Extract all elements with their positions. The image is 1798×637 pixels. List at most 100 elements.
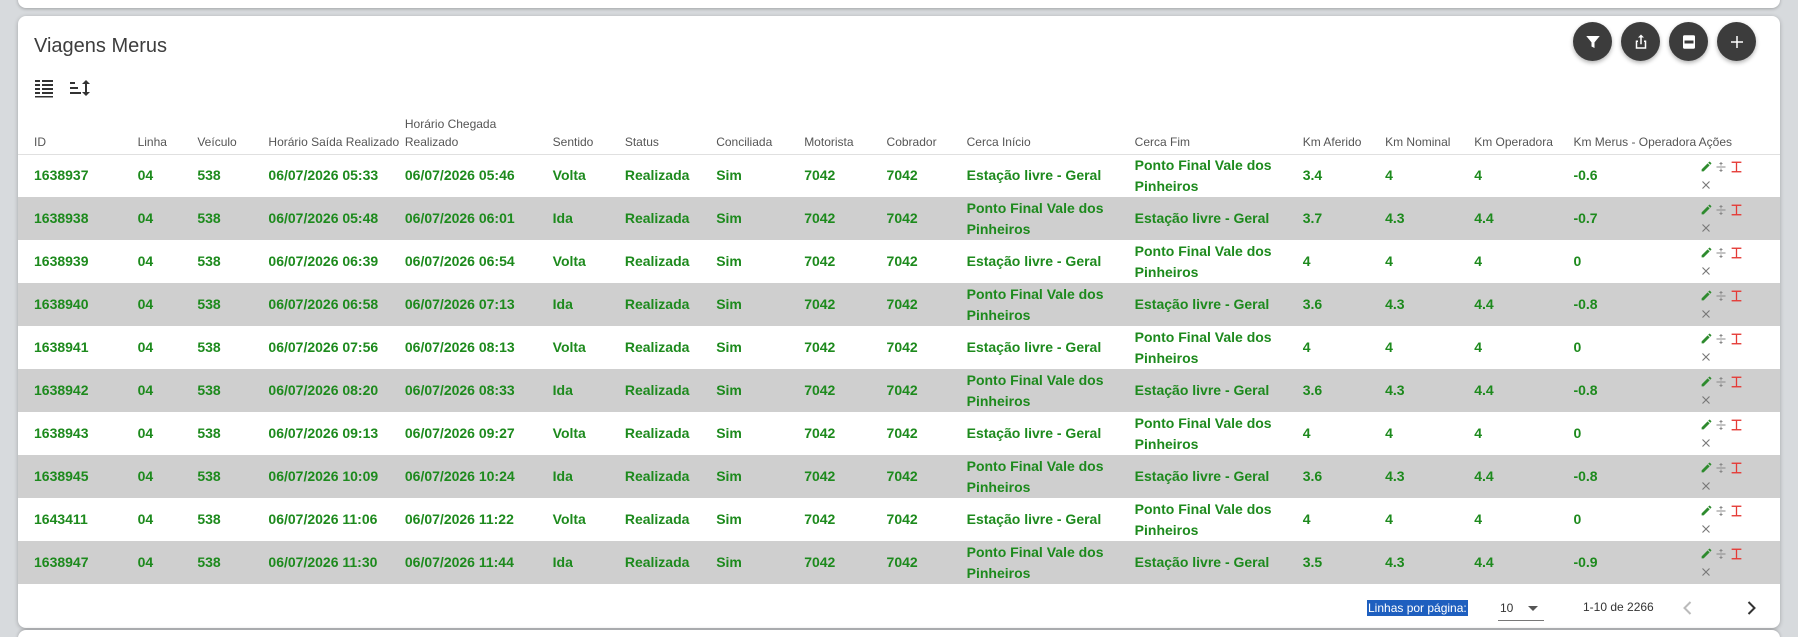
cell-km-nominal: 4 xyxy=(1385,253,1393,269)
cell-cerca-fim: Ponto Final Vale dos Pinheiros xyxy=(1134,242,1272,280)
column-header[interactable]: Ações xyxy=(1698,102,1780,155)
column-header[interactable]: Km Aferido xyxy=(1302,102,1386,155)
next-page-button[interactable] xyxy=(1738,595,1764,621)
split-button[interactable] xyxy=(1714,502,1729,520)
edit-button[interactable] xyxy=(1699,201,1714,219)
text-cursor-button[interactable] xyxy=(1729,502,1744,520)
split-button[interactable] xyxy=(1714,416,1729,434)
table-row[interactable]: 1638938 04 538 06/07/2026 05:48 06/07/2026 0… xyxy=(18,197,1780,240)
column-header[interactable]: Status xyxy=(624,102,717,155)
cell-km-nominal: 4.3 xyxy=(1385,541,1475,584)
close-icon xyxy=(1702,266,1711,275)
text-cursor-button[interactable] xyxy=(1729,287,1744,305)
split-button[interactable] xyxy=(1714,330,1729,348)
edit-button[interactable] xyxy=(1699,459,1714,477)
table-row[interactable]: 1643411 04 538 06/07/2026 11:06 06/07/2026 1… xyxy=(18,498,1780,541)
rows-per-page-select[interactable]: 10 xyxy=(1498,596,1544,621)
text-cursor-button[interactable] xyxy=(1729,459,1744,477)
filter-button[interactable] xyxy=(1573,22,1612,61)
split-icon xyxy=(1716,290,1726,301)
cell-id: 1638938 xyxy=(18,197,138,240)
cell-saida: 06/07/2026 07:56 xyxy=(268,339,379,355)
row-actions xyxy=(1699,459,1745,495)
edit-button[interactable] xyxy=(1699,244,1714,262)
table-row[interactable]: 1638939 04 538 06/07/2026 06:39 06/07/2026 0… xyxy=(18,240,1780,283)
export-button[interactable] xyxy=(1621,22,1660,61)
cell-conciliada: Sim xyxy=(716,253,742,269)
edit-button[interactable] xyxy=(1699,287,1714,305)
column-header[interactable]: Linha xyxy=(137,102,198,155)
text-cursor-button[interactable] xyxy=(1729,244,1744,262)
column-header[interactable]: ID xyxy=(18,102,138,155)
sort-button[interactable] xyxy=(68,76,92,100)
edit-button[interactable] xyxy=(1699,545,1714,563)
column-header[interactable]: Veículo xyxy=(197,102,269,155)
cell-km-diff: 0 xyxy=(1573,425,1582,441)
table-row[interactable]: 1638940 04 538 06/07/2026 06:58 06/07/2026 0… xyxy=(18,283,1780,326)
close-button[interactable] xyxy=(1699,520,1714,538)
text-cursor-button[interactable] xyxy=(1729,201,1744,219)
prev-page-button[interactable] xyxy=(1675,595,1701,621)
close-button[interactable] xyxy=(1699,434,1714,452)
table-row[interactable]: 1638943 04 538 06/07/2026 09:13 06/07/2026 0… xyxy=(18,412,1780,455)
close-button[interactable] xyxy=(1699,391,1714,409)
text-cursor-button[interactable] xyxy=(1729,545,1744,563)
cell-status: Realizada xyxy=(624,253,690,269)
column-header[interactable]: Motorista xyxy=(804,102,887,155)
column-header[interactable]: Sentido xyxy=(552,102,625,155)
column-header[interactable]: Cobrador xyxy=(886,102,967,155)
split-button[interactable] xyxy=(1714,201,1729,219)
column-header[interactable]: Km Operadora xyxy=(1474,102,1574,155)
edit-icon xyxy=(1701,548,1712,559)
split-button[interactable] xyxy=(1714,287,1729,305)
close-button[interactable] xyxy=(1699,305,1714,323)
close-button[interactable] xyxy=(1699,219,1714,237)
cell-actions xyxy=(1698,369,1780,412)
column-header[interactable]: Cerca Início xyxy=(966,102,1135,155)
cell-actions xyxy=(1698,283,1780,326)
cell-veiculo: 538 xyxy=(197,369,269,412)
pdf-button[interactable] xyxy=(1669,22,1708,61)
text-cursor-button[interactable] xyxy=(1729,416,1744,434)
table-row[interactable]: 1638947 04 538 06/07/2026 11:30 06/07/2026 1… xyxy=(18,541,1780,584)
split-button[interactable] xyxy=(1714,373,1729,391)
cell-conciliada: Sim xyxy=(716,283,805,326)
columns-button[interactable] xyxy=(32,76,56,100)
edit-button[interactable] xyxy=(1699,416,1714,434)
split-button[interactable] xyxy=(1714,158,1729,176)
table-row[interactable]: 1638945 04 538 06/07/2026 10:09 06/07/2026 1… xyxy=(18,455,1780,498)
close-button[interactable] xyxy=(1699,176,1714,194)
column-header[interactable]: Horário Saída Realizado xyxy=(268,102,405,155)
edit-button[interactable] xyxy=(1699,502,1714,520)
close-button[interactable] xyxy=(1699,348,1714,366)
edit-button[interactable] xyxy=(1699,158,1714,176)
column-header[interactable]: Km Merus - Operadora xyxy=(1573,102,1699,155)
cell-km-nominal: 4.3 xyxy=(1385,369,1475,412)
table-row[interactable]: 1638937 04 538 06/07/2026 05:33 06/07/2026 0… xyxy=(18,154,1780,197)
cell-cobrador: 7042 xyxy=(886,511,918,527)
cell-sentido: Volta xyxy=(552,339,586,355)
text-cursor-button[interactable] xyxy=(1729,158,1744,176)
edit-button[interactable] xyxy=(1699,373,1714,391)
split-button[interactable] xyxy=(1714,244,1729,262)
close-button[interactable] xyxy=(1699,477,1714,495)
text-cursor-button[interactable] xyxy=(1729,330,1744,348)
cell-status: Realizada xyxy=(624,455,717,498)
close-button[interactable] xyxy=(1699,262,1714,280)
table-row[interactable]: 1638941 04 538 06/07/2026 07:56 06/07/2026 0… xyxy=(18,326,1780,369)
split-button[interactable] xyxy=(1714,545,1729,563)
text-cursor-button[interactable] xyxy=(1729,373,1744,391)
chevron-left-icon xyxy=(1683,601,1692,615)
table-row[interactable]: 1638942 04 538 06/07/2026 08:20 06/07/2026 0… xyxy=(18,369,1780,412)
column-header[interactable]: Horário Chegada Realizado xyxy=(404,102,553,155)
column-header[interactable]: Conciliada xyxy=(716,102,805,155)
edit-button[interactable] xyxy=(1699,330,1714,348)
split-button[interactable] xyxy=(1714,459,1729,477)
cell-saida: 06/07/2026 09:13 xyxy=(268,425,379,441)
column-header[interactable]: Km Nominal xyxy=(1385,102,1475,155)
add-button[interactable] xyxy=(1717,22,1756,61)
cell-km-diff: -0.7 xyxy=(1573,197,1699,240)
text-cursor-icon xyxy=(1731,204,1742,215)
close-button[interactable] xyxy=(1699,563,1714,581)
column-header[interactable]: Cerca Fim xyxy=(1134,102,1303,155)
